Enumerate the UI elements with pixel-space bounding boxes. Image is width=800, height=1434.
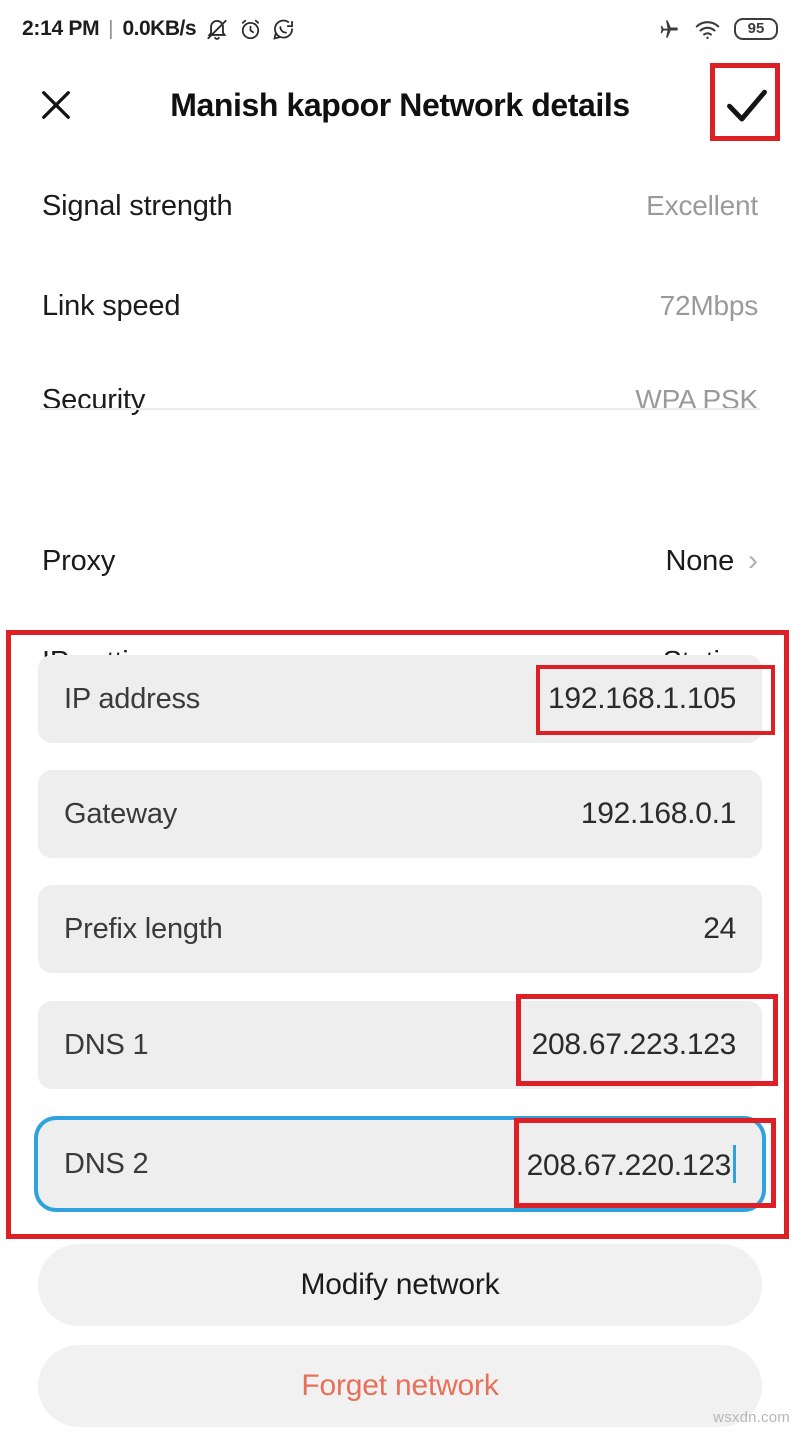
field-prefix-length[interactable]: Prefix length 24 [38, 885, 762, 973]
status-clock: 2:14 PM [22, 17, 100, 40]
row-label: Security [42, 383, 146, 416]
field-label: DNS 2 [64, 1147, 149, 1180]
field-gateway[interactable]: Gateway 192.168.0.1 [38, 770, 762, 858]
battery-indicator: 95 [734, 18, 778, 40]
field-ip-address[interactable]: IP address 192.168.1.105 [38, 655, 762, 743]
field-dns-2[interactable]: DNS 2 208.67.220.123 [38, 1120, 762, 1208]
wifi-icon [694, 16, 721, 43]
field-dns-1[interactable]: DNS 1 208.67.223.123 [38, 1001, 762, 1089]
detail-row-security: Security WPA PSK [0, 364, 800, 436]
whatsapp-icon [271, 17, 296, 42]
row-label: Proxy [42, 544, 116, 577]
network-speed-text: 0.0KB/s [122, 17, 197, 40]
forget-network-button[interactable]: Forget network [38, 1345, 762, 1427]
field-value[interactable]: 208.67.223.123 [532, 1028, 737, 1062]
row-value: 72Mbps [659, 290, 759, 321]
network-details-scroll[interactable]: Signal strength Excellent Link speed 72M… [0, 58, 800, 1434]
row-value: None [665, 544, 734, 577]
bell-muted-icon [204, 16, 230, 42]
status-bar-right: 95 [655, 16, 778, 43]
field-value-group[interactable]: 208.67.220.123 [527, 1145, 736, 1183]
field-label: DNS 1 [64, 1028, 149, 1061]
field-value[interactable]: 208.67.220.123 [527, 1149, 732, 1182]
airplane-mode-icon [655, 16, 681, 42]
row-value-group: None › [665, 545, 758, 578]
app-header: Manish kapoor Network details [0, 58, 800, 152]
page-title: Manish kapoor Network details [170, 86, 630, 123]
status-bar-left: 2:14 PM | 0.0KB/s [22, 16, 296, 42]
detail-row-link-speed: Link speed 72Mbps [0, 270, 800, 342]
field-label: IP address [64, 682, 201, 715]
field-value[interactable]: 24 [703, 912, 736, 946]
site-watermark: wsxdn.com [713, 1409, 790, 1426]
field-label: Gateway [64, 797, 178, 830]
status-bar: 2:14 PM | 0.0KB/s 95 [0, 0, 800, 58]
row-label: Link speed [42, 289, 181, 322]
row-value: Excellent [646, 190, 758, 221]
confirm-check-icon[interactable] [716, 74, 778, 136]
field-value[interactable]: 192.168.1.105 [548, 682, 736, 716]
alarm-clock-icon [238, 17, 263, 42]
row-value: WPA PSK [635, 384, 758, 415]
field-label: Prefix length [64, 912, 223, 945]
row-label: Signal strength [42, 189, 233, 222]
modify-network-button[interactable]: Modify network [38, 1244, 762, 1326]
detail-row-signal-strength: Signal strength Excellent [0, 170, 800, 242]
status-separator: | [108, 17, 114, 40]
section-divider [40, 408, 760, 410]
text-caret [733, 1145, 736, 1183]
chevron-right-icon: › [748, 544, 758, 577]
setting-row-proxy[interactable]: Proxy None › [0, 525, 800, 597]
field-value[interactable]: 192.168.0.1 [581, 797, 736, 831]
